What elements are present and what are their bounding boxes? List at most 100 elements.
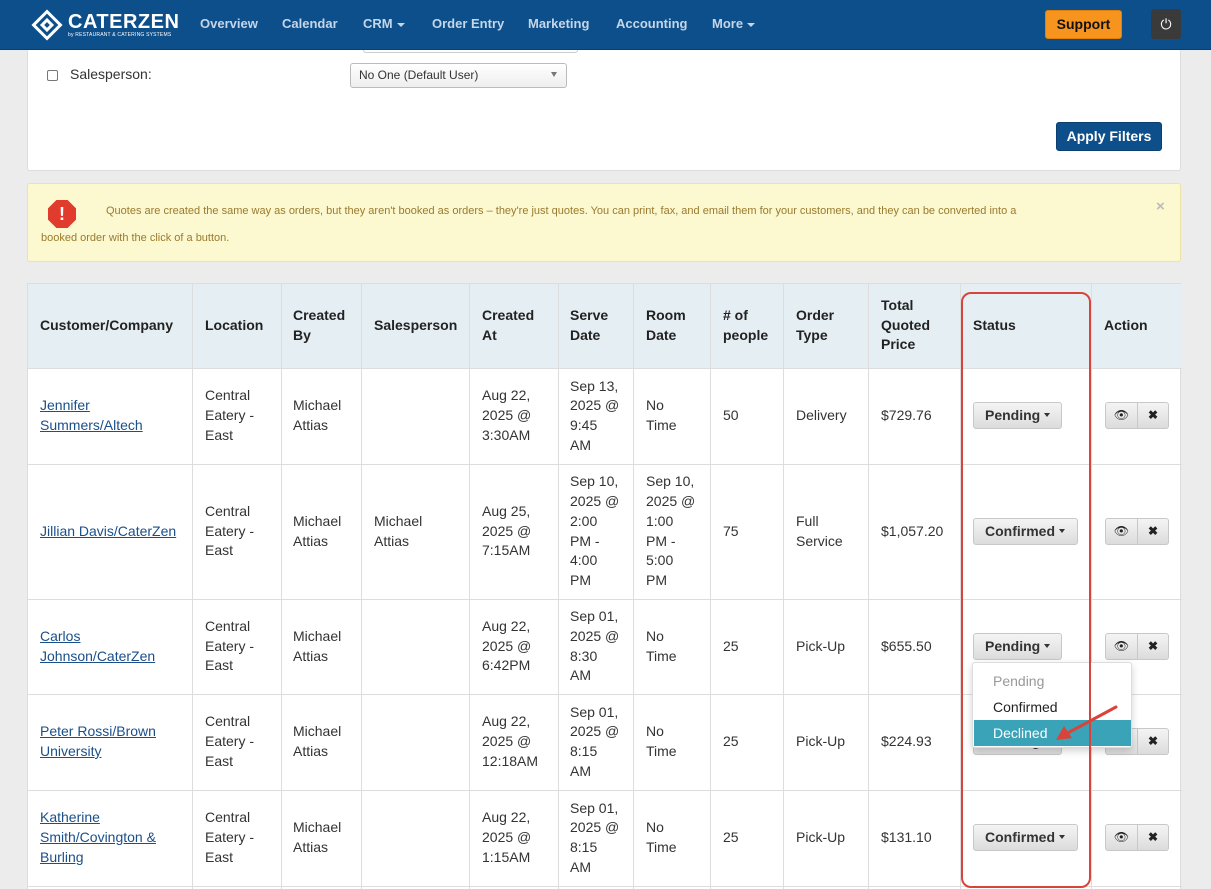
cell-line: East bbox=[205, 426, 234, 443]
header-salesperson[interactable]: Salesperson bbox=[374, 316, 457, 336]
nav-crm[interactable]: CRM bbox=[363, 16, 405, 31]
header-serve-date[interactable]: Serve Date bbox=[570, 306, 608, 345]
view-quote-button[interactable]: 👁 bbox=[1105, 517, 1138, 545]
delete-quote-button[interactable]: ✖ bbox=[1138, 728, 1169, 755]
header-total-l3: Price bbox=[881, 336, 916, 353]
status-option-declined[interactable]: Declined bbox=[974, 720, 1131, 746]
cell-line: Smith/Covington & bbox=[40, 829, 156, 846]
delete-quote-button[interactable]: ✖ bbox=[1138, 517, 1169, 545]
cell-line: Attias bbox=[293, 647, 329, 664]
status-label: Pending bbox=[985, 407, 1041, 423]
delete-quote-button[interactable]: ✖ bbox=[1138, 402, 1169, 429]
cell-room-date: No Time bbox=[646, 818, 677, 857]
close-icon[interactable]: × bbox=[1156, 198, 1165, 215]
cell-line: Sep 01, bbox=[570, 608, 619, 625]
view-quote-button[interactable]: 👁 bbox=[1105, 632, 1138, 660]
status-dropdown-button[interactable]: Pending bbox=[973, 632, 1062, 660]
cell-line: Michael bbox=[293, 819, 342, 836]
cell-customer[interactable]: Katherine Smith/Covington & Burling bbox=[40, 808, 156, 867]
cell-line: Pick-Up bbox=[796, 733, 846, 750]
cell-customer[interactable]: Jennifer Summers/Altech bbox=[40, 396, 143, 435]
cell-line: Peter Rossi/Brown bbox=[40, 723, 156, 740]
cell-serve-date: Sep 01, 2025 @ 8:15 AM bbox=[570, 799, 619, 878]
header-customer[interactable]: Customer/Company bbox=[40, 316, 173, 336]
cell-people: 75 bbox=[723, 522, 739, 539]
header-created-at[interactable]: Created At bbox=[482, 306, 534, 345]
cell-line: 8:15 bbox=[570, 839, 598, 855]
status-dropdown-button[interactable]: Confirmed bbox=[973, 517, 1078, 545]
status-label: Confirmed bbox=[985, 522, 1055, 539]
cell-line: Time bbox=[646, 839, 677, 855]
cell-line: 1:00 bbox=[646, 512, 674, 529]
nav-accounting[interactable]: Accounting bbox=[616, 16, 688, 31]
salesperson-checkbox[interactable] bbox=[47, 70, 58, 81]
header-created-at-l2: At bbox=[482, 326, 497, 343]
cell-line: 2025 @ bbox=[646, 493, 696, 510]
previous-filter-select[interactable] bbox=[363, 50, 578, 53]
cell-line: Burling bbox=[40, 848, 84, 865]
header-order-type[interactable]: Order Type bbox=[796, 306, 834, 345]
cell-order-type: Delivery bbox=[796, 406, 847, 426]
cell-created-at: Aug 22, 2025 @ 1:15AM bbox=[482, 808, 531, 867]
cell-line: 3:30AM bbox=[482, 426, 531, 443]
status-option-confirmed[interactable]: Confirmed bbox=[974, 694, 1131, 720]
header-people[interactable]: # of people bbox=[723, 306, 768, 345]
cell-line: Pick-Up bbox=[796, 637, 846, 654]
close-icon: ✖ bbox=[1147, 523, 1159, 538]
cell-line: 2025 @ bbox=[570, 493, 620, 510]
view-quote-button[interactable]: 👁 bbox=[1105, 824, 1138, 851]
header-created-by-l2: By bbox=[293, 326, 311, 343]
cell-customer[interactable]: Peter Rossi/Brown University bbox=[40, 722, 156, 761]
cell-line: 2025 @ bbox=[570, 627, 620, 644]
cell-line: 6:42PM bbox=[482, 657, 531, 674]
cell-line: Attias bbox=[293, 417, 329, 433]
header-room-date[interactable]: Room Date bbox=[646, 306, 686, 345]
caterzen-logo[interactable]: CATERZEN by RESTAURANT & CATERING SYSTEM… bbox=[31, 8, 179, 42]
delete-quote-button[interactable]: ✖ bbox=[1138, 824, 1169, 851]
nav-marketing[interactable]: Marketing bbox=[528, 16, 589, 31]
view-quote-button[interactable]: 👁 bbox=[1105, 402, 1138, 429]
cell-created-at: Aug 22, 2025 @ 6:42PM bbox=[482, 617, 531, 676]
cell-line: 2025 @ bbox=[482, 407, 532, 424]
cell-line: 1:15AM bbox=[482, 848, 531, 865]
cell-line: Time bbox=[646, 647, 677, 664]
cell-customer[interactable]: Jillian Davis/CaterZen bbox=[40, 522, 176, 542]
salesperson-select[interactable]: No One (Default User) bbox=[350, 63, 567, 88]
cell-line: East bbox=[205, 657, 234, 674]
header-status[interactable]: Status bbox=[973, 316, 1016, 336]
apply-filters-button[interactable]: Apply Filters bbox=[1056, 122, 1162, 151]
cell-created-at: Aug 22, 2025 @ 3:30AM bbox=[482, 386, 531, 445]
cell-line: Sep 01, bbox=[570, 703, 619, 720]
cell-line: Time bbox=[646, 743, 677, 759]
header-location[interactable]: Location bbox=[205, 316, 263, 336]
alert-text-line1: Quotes are created the same way as order… bbox=[106, 205, 1017, 217]
header-total[interactable]: Total Quoted Price bbox=[881, 296, 930, 355]
cell-total: $655.50 bbox=[881, 637, 932, 654]
cell-customer[interactable]: Carlos Johnson/CaterZen bbox=[40, 627, 155, 666]
nav-overview[interactable]: Overview bbox=[200, 16, 258, 31]
cell-line: Central bbox=[205, 713, 251, 730]
nav-order-entry[interactable]: Order Entry bbox=[432, 16, 504, 31]
nav-calendar[interactable]: Calendar bbox=[282, 16, 338, 31]
cell-line: Eatery - bbox=[205, 637, 255, 654]
cell-line: 2025 @ bbox=[482, 522, 532, 539]
cell-line: 8:15 bbox=[570, 743, 598, 759]
cell-room-date: No Time bbox=[646, 396, 677, 435]
header-created-by[interactable]: Created By bbox=[293, 306, 345, 345]
header-created-at-l1: Created bbox=[482, 307, 535, 323]
support-button[interactable]: Support bbox=[1045, 10, 1122, 39]
cell-line: AM bbox=[570, 667, 591, 684]
status-dropdown-button[interactable]: Confirmed bbox=[973, 824, 1078, 851]
cell-line: 2025 @ bbox=[482, 637, 532, 654]
nav-more[interactable]: More bbox=[712, 16, 756, 31]
delete-quote-button[interactable]: ✖ bbox=[1138, 632, 1169, 660]
header-serve-date-l1: Serve bbox=[570, 307, 609, 323]
power-button[interactable]: ⏻ bbox=[1151, 9, 1181, 39]
caret-down-icon bbox=[1059, 835, 1065, 840]
cell-people: 25 bbox=[723, 733, 739, 750]
cell-location: Central Eatery - East bbox=[205, 502, 254, 561]
cell-line: AM bbox=[570, 858, 591, 875]
status-dropdown-button[interactable]: Pending bbox=[973, 402, 1062, 429]
top-navbar: CATERZEN by RESTAURANT & CATERING SYSTEM… bbox=[0, 0, 1211, 50]
cell-order-type: Pick-Up bbox=[796, 637, 845, 657]
